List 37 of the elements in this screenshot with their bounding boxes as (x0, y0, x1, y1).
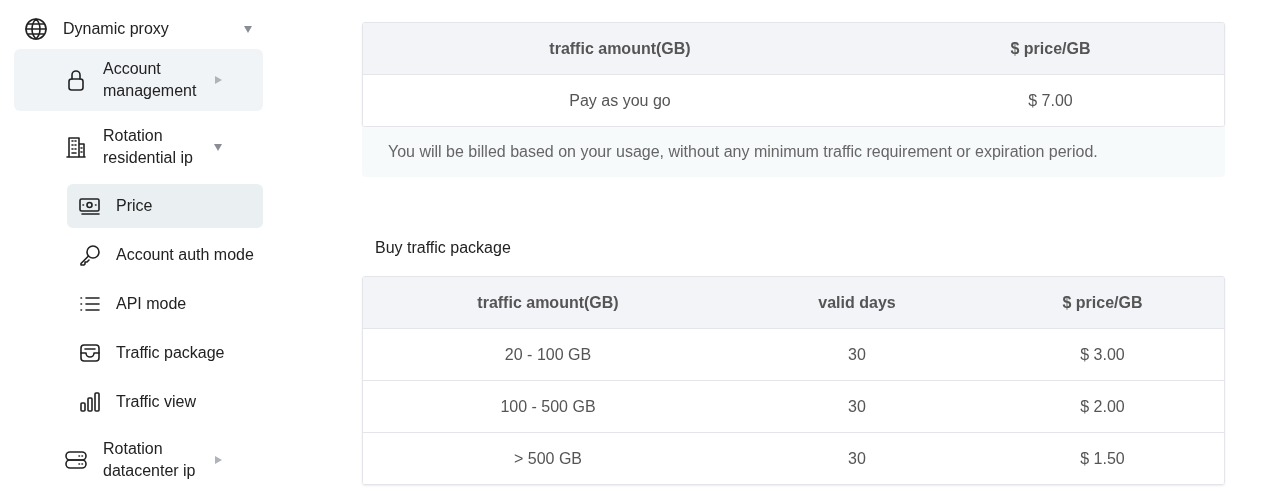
column-header: $ price/GB (1061, 293, 1144, 312)
nav-item[interactable]: Account management (14, 49, 263, 111)
nav-item[interactable]: Rotation datacenter ip (14, 429, 263, 491)
table-cell-text: 30 (847, 397, 867, 416)
table-cell-text: $ 1.50 (1079, 449, 1126, 468)
column-header: $ price/GB (1009, 39, 1092, 58)
nav-item[interactable]: Price (67, 184, 263, 228)
nav-item[interactable]: API mode (67, 282, 263, 326)
column-header: traffic amount(GB) (476, 293, 620, 312)
column-header: valid days (817, 293, 897, 312)
nav-item[interactable]: Account auth mode (67, 233, 263, 277)
table-cell-text: $ 3.00 (1079, 345, 1126, 364)
caret-down-icon[interactable] (213, 142, 223, 152)
table-cell-text: 30 (847, 345, 867, 364)
table-cell-text: > 500 GB (512, 449, 583, 468)
section-title: Buy traffic package (374, 238, 512, 258)
column-header: traffic amount(GB) (548, 39, 692, 58)
table-cell-text: 100 - 500 GB (499, 397, 597, 416)
table-cell-text: 20 - 100 GB (503, 345, 593, 364)
building-icon (64, 135, 88, 159)
table-cell-text: Pay as you go (568, 91, 672, 110)
key-icon (78, 243, 102, 267)
globe-icon (24, 16, 48, 41)
server-icon (64, 448, 88, 472)
nav-item[interactable]: Dynamic proxy (0, 13, 263, 44)
caret-right-icon[interactable] (213, 75, 223, 85)
inbox-tray-icon (78, 341, 102, 365)
nav-item[interactable]: Traffic package (67, 331, 263, 375)
billing-note: You will be billed based on your usage, without any minimum traffic requirement or expiration period. (362, 127, 1225, 177)
nav-item[interactable]: Rotation residential ip (14, 116, 263, 178)
table-cell-text: 30 (847, 449, 867, 468)
caret-down-icon[interactable] (243, 23, 253, 34)
table-cell-text: $ 7.00 (1027, 91, 1074, 110)
bar-chart-icon (78, 390, 102, 414)
caret-right-icon[interactable] (213, 455, 223, 465)
nav-item[interactable]: Traffic view (67, 380, 263, 424)
table-cell-text: $ 2.00 (1079, 397, 1126, 416)
